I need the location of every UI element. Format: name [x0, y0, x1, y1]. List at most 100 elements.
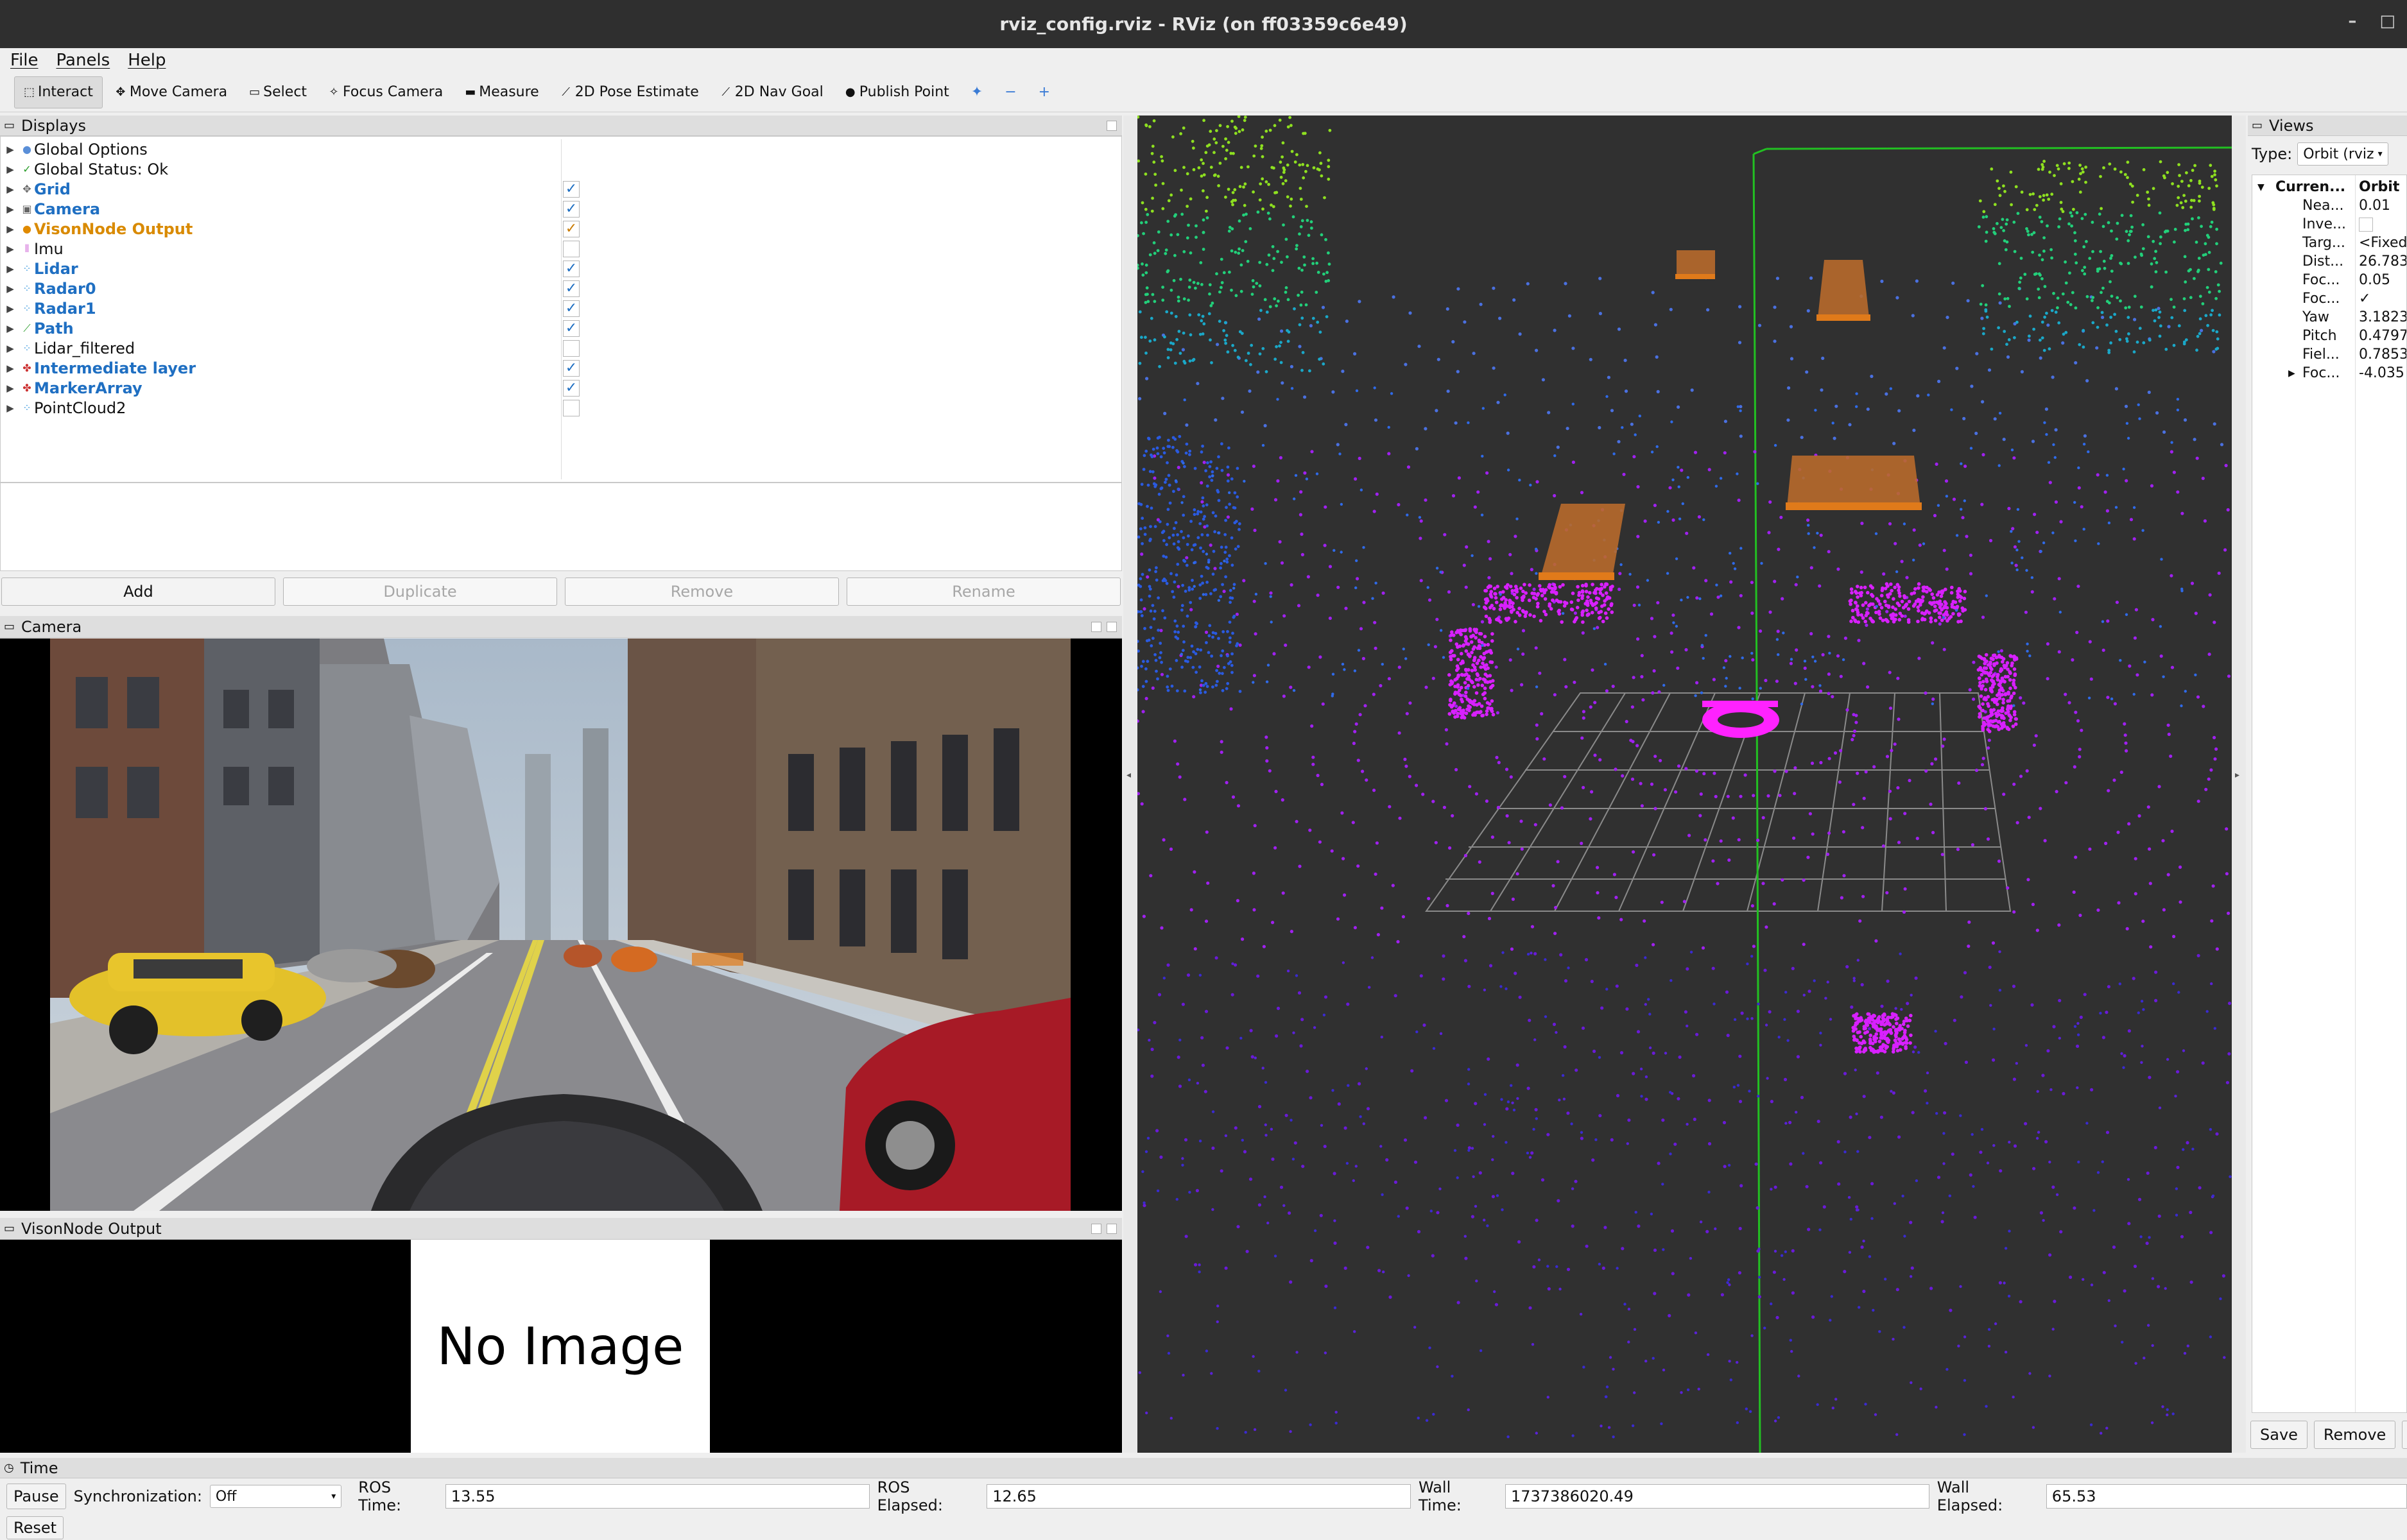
view-property-row[interactable]: Foc... ✓ — [2252, 289, 2406, 308]
save-button[interactable]: Save — [2250, 1421, 2308, 1449]
expand-arrow-icon[interactable]: ▶ — [1, 243, 20, 255]
enable-checkbox[interactable] — [563, 340, 580, 357]
display-item-camera[interactable]: ▶ ▣ Camera — [1, 199, 1121, 219]
display-item-lidar[interactable]: ▶ ⁘ Lidar — [1, 259, 1121, 278]
enable-checkbox[interactable] — [563, 241, 580, 257]
view-property-row[interactable]: Pitch 0.4797 — [2252, 327, 2406, 345]
display-item-global-status-ok[interactable]: ▶ ✓ Global Status: Ok — [1, 159, 1121, 179]
tool-2d-nav-goal[interactable]: ⟋ 2D Nav Goal — [712, 77, 833, 108]
display-item-lidar-filtered[interactable]: ▶ ⁘ Lidar_filtered — [1, 338, 1121, 358]
monitor-icon: ▭ — [4, 119, 15, 132]
expand-arrow-icon[interactable]: ▶ — [2288, 368, 2295, 379]
menu-panels[interactable]: Panels — [56, 51, 110, 70]
display-item-radar1[interactable]: ▶ ⁘ Radar1 — [1, 298, 1121, 318]
tool-move-camera[interactable]: ✥ Move Camera — [107, 77, 236, 108]
add-tool-icon[interactable]: ✦ — [962, 77, 992, 108]
view-property-row[interactable]: Nea... 0.01 — [2252, 196, 2406, 215]
tool-measure[interactable]: ▬ Measure — [456, 77, 548, 108]
expand-arrow-icon[interactable]: ▶ — [1, 184, 20, 195]
vision-image-view[interactable]: No Image — [0, 1240, 1122, 1453]
enable-checkbox[interactable]: ✓ — [563, 201, 580, 218]
expand-arrow-icon[interactable]: ▶ — [1, 263, 20, 275]
view-property-row[interactable]: Dist... 26.783 — [2252, 252, 2406, 271]
enable-checkbox[interactable]: ✓ — [563, 181, 580, 198]
add-button[interactable]: Add — [1, 578, 275, 606]
expand-arrow-icon[interactable]: ▶ — [1, 363, 20, 374]
display-item-path[interactable]: ▶ ⟋ Path — [1, 318, 1121, 338]
tool-select[interactable]: ▭ Select — [240, 77, 316, 108]
remove-view-button[interactable]: Remove — [2313, 1421, 2396, 1449]
expand-arrow-icon[interactable]: ▶ — [1, 203, 20, 215]
view-property-key: Yaw — [2302, 309, 2329, 325]
left-splitter[interactable]: ◂ — [1123, 116, 1137, 1453]
expand-arrow-icon[interactable]: ▶ — [1, 144, 20, 155]
enable-checkbox[interactable]: ✓ — [563, 280, 580, 297]
expand-icon[interactable]: ▼ — [2257, 182, 2265, 193]
invert-checkbox[interactable] — [2359, 217, 2373, 232]
tool-properties-icon[interactable]: + — [1030, 77, 1059, 108]
enable-checkbox[interactable]: ✓ — [563, 300, 580, 317]
rename-view-button[interactable]: R — [2402, 1421, 2407, 1449]
close-icon[interactable] — [1107, 1223, 1117, 1234]
display-item-grid[interactable]: ▶ ✥ Grid — [1, 179, 1121, 199]
camera-image-view[interactable] — [0, 638, 1122, 1211]
enable-checkbox[interactable]: ✓ — [563, 380, 580, 397]
current-view-row[interactable]: ▼ Curren... Orbit — [2252, 178, 2406, 196]
rename-button[interactable]: Rename — [847, 578, 1121, 606]
minimize-icon[interactable]: – — [2348, 12, 2356, 31]
displays-buttons: Add Duplicate Remove Rename — [0, 578, 1122, 606]
pause-button[interactable]: Pause — [6, 1484, 66, 1509]
expand-arrow-icon[interactable]: ▶ — [1, 223, 20, 235]
sync-select[interactable]: Off ▾ — [209, 1485, 342, 1508]
undock-icon[interactable] — [1091, 1223, 1101, 1234]
expand-arrow-icon[interactable]: ▶ — [1, 303, 20, 314]
menu-help[interactable]: Help — [128, 51, 166, 70]
display-item-visonnode-output[interactable]: ▶ ● VisonNode Output — [1, 219, 1121, 239]
view-property-row[interactable]: Targ... <Fixed — [2252, 234, 2406, 252]
view-property-row[interactable]: Fiel... 0.7853 — [2252, 345, 2406, 364]
display-item-imu[interactable]: ▶ ⦀ Imu — [1, 239, 1121, 259]
ros-time-field: 13.55 — [445, 1484, 870, 1509]
undock-icon[interactable] — [1091, 621, 1101, 632]
undock-icon[interactable] — [1107, 120, 1117, 131]
views-type-select[interactable]: Orbit (rviz ▾ — [2297, 142, 2388, 166]
remove-button[interactable]: Remove — [565, 578, 839, 606]
expand-arrow-icon[interactable]: ▶ — [1, 323, 20, 334]
enable-checkbox[interactable]: ✓ — [563, 360, 580, 377]
display-item-global-options[interactable]: ▶ ● Global Options — [1, 139, 1121, 159]
menu-file[interactable]: File — [10, 51, 39, 70]
tool-2d-pose-estimate[interactable]: ⟋ 2D Pose Estimate — [552, 77, 708, 108]
image-icon: ▭ — [4, 1222, 15, 1235]
display-item-markerarray[interactable]: ▶ ✤ MarkerArray — [1, 378, 1121, 398]
reset-button[interactable]: Reset — [6, 1516, 64, 1539]
duplicate-button[interactable]: Duplicate — [283, 578, 557, 606]
maximize-icon[interactable]: □ — [2379, 12, 2395, 31]
enable-checkbox[interactable]: ✓ — [563, 261, 580, 277]
expand-arrow-icon[interactable]: ▶ — [1, 382, 20, 394]
enable-checkbox[interactable] — [563, 400, 580, 416]
right-splitter[interactable]: ▸ — [2232, 116, 2246, 1453]
enable-checkbox[interactable]: ✓ — [563, 320, 580, 337]
display-item-label: MarkerArray — [34, 379, 142, 397]
enable-checkbox[interactable]: ✓ — [563, 221, 580, 237]
display-item-radar0[interactable]: ▶ ⁘ Radar0 — [1, 278, 1121, 298]
view-property-row[interactable]: Foc... 0.05 — [2252, 271, 2406, 289]
view-property-row[interactable]: ▶ Foc... -4.035 — [2252, 364, 2406, 382]
tool-interact[interactable]: ⬚ Interact — [14, 76, 103, 108]
display-type-icon: ⁘ — [22, 402, 31, 414]
expand-arrow-icon[interactable]: ▶ — [1, 402, 20, 414]
remove-tool-icon[interactable]: − — [996, 77, 1025, 108]
street-scene-image — [50, 638, 1071, 1211]
display-item-pointcloud2[interactable]: ▶ ⁘ PointCloud2 — [1, 398, 1121, 418]
view-property-row[interactable]: Yaw 3.1823 — [2252, 308, 2406, 327]
tool-focus-camera[interactable]: ✧ Focus Camera — [320, 77, 452, 108]
3d-viewport[interactable] — [1137, 116, 2232, 1453]
tool-publish-point[interactable]: ● Publish Point — [836, 77, 958, 108]
expand-arrow-icon[interactable]: ▶ — [1, 283, 20, 295]
display-type-icon: ✤ — [22, 362, 31, 374]
display-item-intermediate-layer[interactable]: ▶ ✤ Intermediate layer — [1, 358, 1121, 378]
expand-arrow-icon[interactable]: ▶ — [1, 164, 20, 175]
expand-arrow-icon[interactable]: ▶ — [1, 343, 20, 354]
view-property-row[interactable]: Inve... — [2252, 215, 2406, 234]
close-icon[interactable] — [1107, 621, 1117, 632]
